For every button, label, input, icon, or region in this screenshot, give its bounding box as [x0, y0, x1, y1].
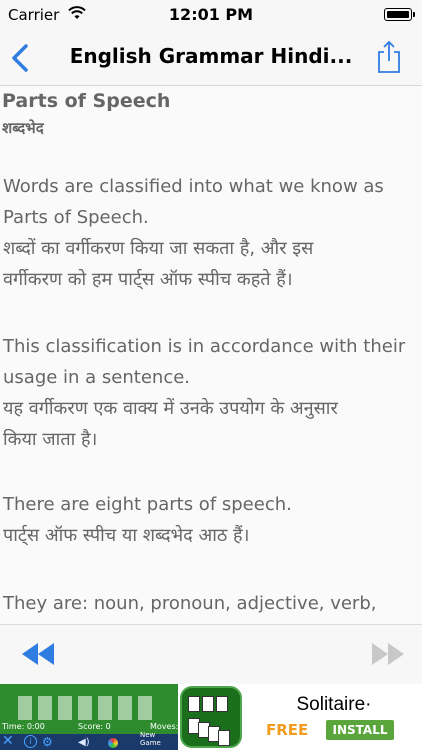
ad-score-label: Score: 0 — [78, 722, 111, 731]
ad-time-label: Time: 0:00 — [2, 722, 45, 731]
article-heading: Parts of Speech — [2, 90, 171, 112]
paragraph-line: They are: noun, pronoun, adjective, verb… — [3, 593, 377, 614]
paragraph-line: This classification is in accordance wit… — [3, 336, 406, 357]
info-icon[interactable]: i — [24, 735, 37, 748]
article-subheading: शब्दभेद — [2, 119, 44, 137]
ad-app-title: Solitaire· — [296, 694, 372, 715]
paragraph-line: usage in a sentence. — [3, 367, 191, 388]
paragraph-line: पार्ट्स ऑफ स्पीच या शब्दभेद आठ हैं। — [3, 525, 250, 546]
paragraph-line: किया जाता है। — [3, 429, 98, 450]
ad-cards-graphic — [18, 696, 158, 720]
status-bar: Carrier 12:01 PM — [0, 0, 422, 30]
article-paragraph: This classification is in accordance wit… — [3, 331, 416, 455]
paragraph-line: शब्दों का वर्गीकरण किया जा सकता है, और इ… — [3, 238, 314, 259]
close-icon[interactable]: ✕ — [2, 733, 14, 749]
color-ball-icon — [108, 738, 118, 748]
paragraph-line: यह वर्गीकरण एक वाक्य में उनके उपयोग के अ… — [3, 398, 338, 419]
back-chevron-icon[interactable] — [8, 42, 34, 74]
article-paragraph: There are eight parts of speech. पार्ट्स… — [3, 489, 416, 551]
clock-time: 12:01 PM — [168, 5, 254, 24]
paragraph-line: Parts of Speech. — [3, 207, 149, 228]
ad-moves-label: Moves: — [150, 722, 178, 731]
paragraph-line: वर्गीकरण को हम पार्ट्स ऑफ स्पीच कहते हैं… — [3, 269, 293, 290]
battery-icon — [384, 8, 415, 21]
article-paragraph: They are: noun, pronoun, adjective, verb… — [3, 588, 416, 619]
gear-icon: ⚙ — [42, 735, 53, 749]
solitaire-app-icon[interactable] — [180, 686, 242, 748]
ad-game-preview[interactable]: Time: 0:00 Score: 0 Moves: ✕ i ⚙ ◀) New … — [0, 684, 178, 750]
navigation-bar: English Grammar Hindi... — [0, 30, 422, 86]
paragraph-line: There are eight parts of speech. — [3, 494, 292, 515]
nav-title: English Grammar Hindi... — [69, 44, 353, 68]
article-paragraph: Words are classified into what we know a… — [3, 171, 416, 295]
playback-toolbar — [0, 624, 422, 685]
ad-banner[interactable]: Time: 0:00 Score: 0 Moves: ✕ i ⚙ ◀) New … — [0, 684, 422, 750]
paragraph-line: Words are classified into what we know a… — [3, 176, 384, 197]
article-content[interactable]: Parts of Speech शब्दभेद Words are classi… — [0, 86, 422, 624]
install-button[interactable]: INSTALL — [326, 720, 394, 740]
speaker-icon: ◀) — [78, 737, 90, 748]
rewind-icon[interactable] — [20, 641, 56, 667]
ad-price-label: FREE — [266, 721, 309, 739]
ad-new-game-label: New Game — [140, 731, 161, 747]
share-icon[interactable] — [376, 40, 402, 74]
fast-forward-icon[interactable] — [370, 641, 406, 667]
